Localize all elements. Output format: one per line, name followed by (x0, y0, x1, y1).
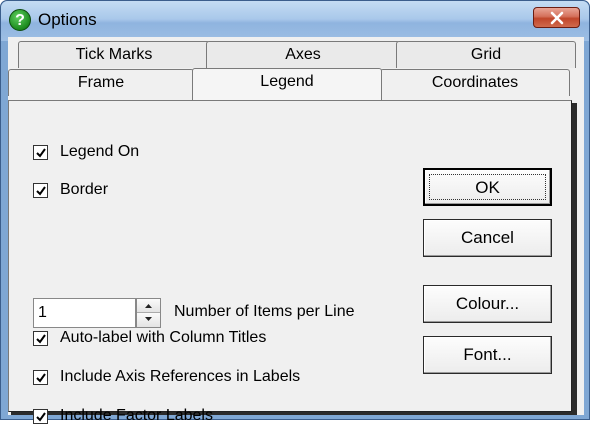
cancel-button-label: Cancel (461, 228, 514, 247)
focus-rect (429, 174, 546, 200)
border-checkbox[interactable] (33, 182, 48, 198)
title-bar[interactable]: ? Options (1, 1, 589, 41)
legend-on-checkbox[interactable] (33, 144, 48, 160)
border-label: Border (60, 181, 109, 198)
tab-grid-label: Grid (470, 46, 502, 63)
options-dialog: ? Options Tick Marks Axes Grid Frame Leg… (0, 0, 590, 424)
tab-coordinates-label: Coordinates (431, 74, 519, 91)
question-mark-icon: ? (9, 9, 31, 31)
axis-references-row[interactable]: Include Axis References in Labels (33, 367, 300, 387)
legend-on-row[interactable]: Legend On (33, 142, 139, 162)
border-row[interactable]: Border (33, 180, 108, 200)
dialog-client: Tick Marks Axes Grid Frame Legend Coordi… (8, 37, 584, 424)
spin-down-button[interactable] (137, 313, 160, 327)
ok-button[interactable]: OK (423, 168, 552, 206)
arrow-up-icon (145, 304, 152, 308)
tab-tick-marks-label: Tick Marks (75, 46, 153, 63)
tab-grid[interactable]: Grid (396, 41, 576, 68)
close-button[interactable] (533, 7, 580, 28)
tab-coordinates[interactable]: Coordinates (380, 69, 570, 96)
legend-panel: Legend On Border Number of Items per Lin… (8, 100, 572, 424)
auto-label-row[interactable]: Auto-label with Column Titles (33, 328, 266, 348)
tab-axes[interactable]: Axes (206, 41, 400, 68)
factor-labels-checkbox[interactable] (33, 408, 48, 424)
axis-references-label: Include Axis References in Labels (60, 368, 301, 385)
font-button-label: Font... (463, 345, 512, 364)
axis-references-checkbox[interactable] (33, 369, 48, 385)
window-title: Options (38, 10, 97, 29)
checkmark-icon (36, 372, 46, 383)
auto-label-checkbox[interactable] (33, 330, 48, 346)
checkmark-icon (36, 411, 46, 422)
items-per-line-spinner (136, 298, 161, 328)
factor-labels-row[interactable]: Include Factor Labels (33, 406, 213, 426)
legend-on-label: Legend On (60, 143, 140, 160)
tab-frame-label: Frame (77, 74, 125, 91)
arrow-down-icon (145, 317, 152, 321)
tab-legend[interactable]: Legend (192, 68, 382, 100)
auto-label-label: Auto-label with Column Titles (60, 329, 267, 346)
tab-axes-label: Axes (285, 46, 321, 63)
checkmark-icon (36, 147, 46, 158)
cancel-button[interactable]: Cancel (423, 219, 552, 257)
font-button[interactable]: Font... (423, 336, 552, 374)
tab-legend-label: Legend (260, 73, 314, 90)
items-per-line-input[interactable] (33, 298, 136, 328)
checkmark-icon (36, 185, 46, 196)
colour-button[interactable]: Colour... (423, 285, 552, 323)
factor-labels-label: Include Factor Labels (60, 407, 213, 424)
tab-frame[interactable]: Frame (8, 69, 194, 96)
checkmark-icon (36, 333, 46, 344)
tab-tick-marks[interactable]: Tick Marks (18, 41, 210, 68)
colour-button-label: Colour... (455, 294, 520, 313)
items-per-line-label: Number of Items per Line (174, 303, 355, 320)
close-x-icon (550, 11, 564, 25)
spin-up-button[interactable] (137, 299, 160, 313)
